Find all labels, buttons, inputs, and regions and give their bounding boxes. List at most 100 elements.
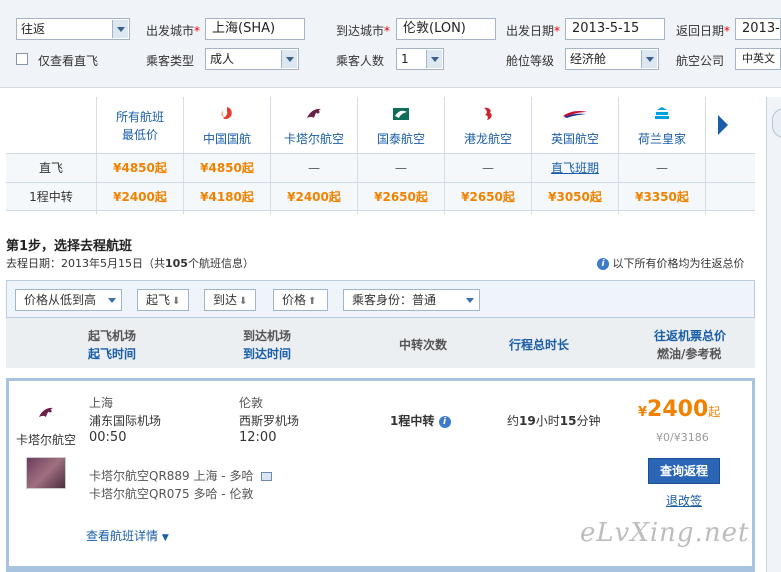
- step-title: 第1步，选择去程航班: [6, 239, 133, 254]
- aircraft-cabin-thumbnail[interactable]: [26, 457, 66, 489]
- ba-transfer-price[interactable]: ¥3050起: [532, 182, 618, 211]
- sort-value: 价格从低到高: [24, 293, 97, 307]
- matrix-col-klm[interactable]: 荷兰皇家 — ¥3350起: [618, 97, 705, 214]
- matrix-col-all[interactable]: 所有航班 最低价 ¥4850起 ¥2400起: [96, 97, 183, 214]
- chevron-down-icon: [466, 298, 474, 303]
- matrix-col-qatar[interactable]: 卡塔尔航空 — ¥2400起: [270, 97, 357, 214]
- airline-name: 中国国航: [202, 132, 251, 146]
- flight-details-link[interactable]: 查看航班详情 ▼: [86, 527, 169, 544]
- flight-tax: ¥0/¥3186: [656, 431, 709, 444]
- sort-depart-button[interactable]: 起飞 ⬇: [137, 289, 189, 311]
- airline-name: 荷兰皇家: [637, 132, 686, 146]
- depart-date-input[interactable]: 2013-5-15: [565, 18, 665, 40]
- qatar-icon: [39, 407, 53, 417]
- airline-name: 国泰航空: [376, 132, 425, 146]
- cabin-label: 舱位等级: [506, 54, 555, 68]
- stops-header: 中转次数: [399, 338, 448, 352]
- sort-depart-label: 起飞: [146, 293, 171, 307]
- refund-change-link[interactable]: 退改签: [666, 492, 702, 509]
- arrive-city-input[interactable]: 伦敦(LON): [396, 18, 496, 40]
- duration-hours: 19: [519, 414, 536, 428]
- direct-schedule-link[interactable]: 直飞班期: [551, 161, 599, 175]
- passenger-type-select[interactable]: 成人: [205, 48, 299, 70]
- arrow-down-icon: ⬇: [172, 296, 181, 307]
- matrix-col-cathay[interactable]: 国泰航空 — ¥2650起: [357, 97, 444, 214]
- blank-cell: [706, 153, 755, 182]
- sort-arrive-button[interactable]: 到达 ⬇: [204, 289, 256, 311]
- matrix-next-column[interactable]: [705, 97, 755, 214]
- british-airways-icon: [563, 111, 587, 118]
- depart-date-label: 出发日期*: [506, 24, 561, 38]
- duration-minutes: 15: [559, 414, 577, 428]
- air-china-direct-price[interactable]: ¥4850起: [184, 153, 270, 182]
- qatar-icon: [307, 108, 321, 118]
- arrow-down-icon: ⬇: [239, 296, 248, 307]
- qatar-direct-price: —: [271, 153, 357, 182]
- depart-city-label: 出发城市*: [146, 24, 201, 38]
- depart-city-input[interactable]: 上海(SHA): [205, 18, 305, 40]
- air-china-transfer-price[interactable]: ¥4180起: [184, 182, 270, 211]
- currency-symbol: ¥: [638, 405, 648, 420]
- trip-type-select[interactable]: 往返: [16, 18, 130, 40]
- cathay-transfer-price[interactable]: ¥2650起: [358, 182, 444, 211]
- passenger-count-select[interactable]: 1: [396, 48, 444, 70]
- stops-text: 1程中转: [390, 414, 435, 428]
- segment-1: 卡塔尔航空QR889 上海 - 多哈: [89, 467, 273, 484]
- passenger-type-value: 成人: [210, 52, 235, 66]
- chevron-down-icon: ▼: [161, 533, 169, 543]
- airline-input[interactable]: 中英文: [735, 48, 781, 70]
- passenger-identity-select[interactable]: 乘客身份：普通: [343, 289, 480, 311]
- info-icon: i: [597, 258, 609, 270]
- next-arrow-icon[interactable]: [716, 114, 730, 136]
- sort-select[interactable]: 价格从低到高: [15, 289, 122, 311]
- duration-header[interactable]: 行程总时长: [509, 336, 569, 353]
- matrix-label-column: 直飞 1程中转: [6, 97, 96, 214]
- flight-count: 105: [165, 257, 188, 270]
- lowest-price-label: 最低价: [121, 128, 158, 142]
- search-return-button[interactable]: 查询返程: [648, 458, 720, 484]
- matrix-col-air-china[interactable]: 中国国航 ¥4850起 ¥4180起: [183, 97, 270, 214]
- sort-price-button[interactable]: 价格 ⬆: [273, 289, 328, 311]
- dragonair-icon: [484, 107, 492, 120]
- arr-time-header[interactable]: 到达时间: [243, 345, 291, 362]
- matrix-col-dragonair[interactable]: 港龙航空 — ¥2650起: [444, 97, 531, 214]
- segment-1-text: 卡塔尔航空QR889 上海 - 多哈: [89, 469, 254, 483]
- depart-date-info: 去程日期：2013年5月15日（共105个航班信息）: [6, 255, 254, 271]
- watermark: eLvXing.net: [580, 518, 750, 548]
- matrix-col-british-airways[interactable]: 英国航空 直飞班期 ¥3050起: [531, 97, 618, 214]
- dep-time-header[interactable]: 起飞时间: [88, 345, 136, 362]
- search-panel: 往返 仅查看直飞 出发城市* 上海(SHA) 乘客类型 成人 到达城市* 伦敦(…: [0, 0, 781, 88]
- arrow-up-icon: ⬆: [308, 296, 317, 307]
- qatar-transfer-price[interactable]: ¥2400起: [271, 182, 357, 211]
- photo-icon[interactable]: [261, 472, 273, 481]
- direct-only-checkbox[interactable]: [16, 53, 28, 65]
- arr-city: 伦敦: [239, 396, 264, 410]
- passenger-count-value: 1: [401, 52, 409, 66]
- passenger-type-label: 乘客类型: [146, 54, 195, 68]
- price-note-text: 以下所有价格均为往返总价: [612, 257, 745, 270]
- klm-direct-price: —: [619, 153, 705, 182]
- duration-minutes-unit: 分钟: [576, 414, 601, 428]
- passenger-identity-value: 乘客身份：普通: [352, 293, 437, 307]
- return-date-label: 返回日期*: [676, 24, 731, 38]
- all-direct-price[interactable]: ¥4850起: [97, 153, 183, 182]
- details-text: 查看航班详情: [86, 529, 159, 543]
- airline-price-matrix: 直飞 1程中转 所有航班 最低价 ¥4850起 ¥2400起 中国国航 ¥485…: [6, 97, 755, 214]
- all-flights-header: 所有航班 最低价: [97, 97, 183, 153]
- return-date-input[interactable]: 2013-5: [735, 18, 781, 40]
- klm-transfer-price[interactable]: ¥3350起: [619, 182, 705, 211]
- cathay-direct-price: —: [358, 153, 444, 182]
- dragonair-transfer-price[interactable]: ¥2650起: [445, 182, 531, 211]
- chevron-down-icon: [281, 50, 297, 68]
- airline-name: 卡塔尔航空: [283, 132, 344, 146]
- ba-direct-cell: 直飞班期: [532, 153, 618, 182]
- duration-prefix: 约: [507, 414, 520, 428]
- filter-bar: 价格从低到高 起飞 ⬇ 到达 ⬇ 价格 ⬆ 乘客身份：普通: [6, 280, 755, 318]
- info-icon[interactable]: i: [438, 415, 451, 428]
- cabin-select[interactable]: 经济舱: [565, 48, 659, 70]
- cabin-value: 经济舱: [570, 52, 607, 66]
- all-transfer-price[interactable]: ¥2400起: [97, 182, 183, 211]
- passenger-count-label: 乘客人数: [336, 54, 385, 68]
- price-header[interactable]: 往返机票总价: [654, 327, 726, 344]
- dep-city: 上海: [89, 396, 114, 410]
